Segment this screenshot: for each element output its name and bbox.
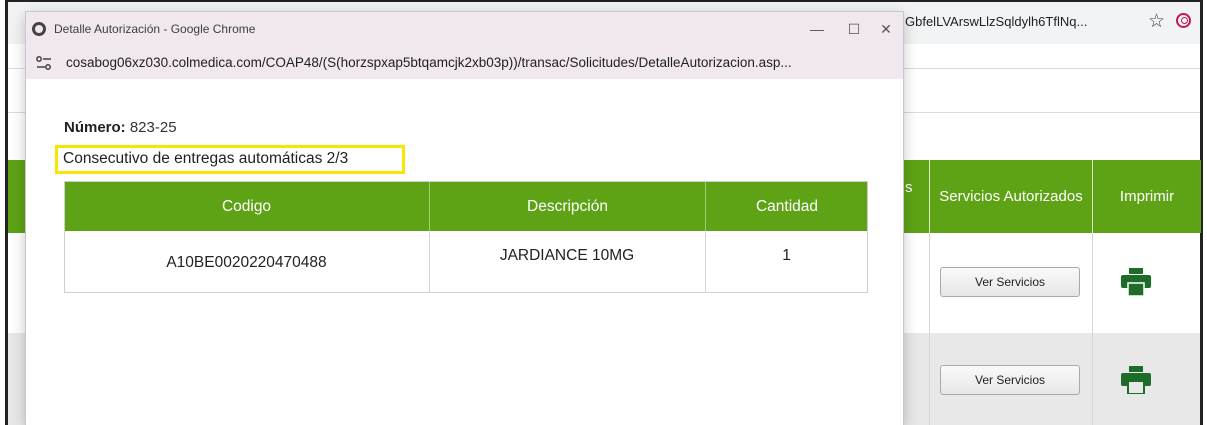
numero-value: 823-25 <box>129 119 177 136</box>
detail-table: Codigo Descripción Cantidad A10BE0020220… <box>64 181 868 293</box>
minimize-icon[interactable]: — <box>802 16 832 42</box>
popup-titlebar[interactable]: Detalle Autorización - Google Chrome — ☐… <box>26 12 903 47</box>
star-icon[interactable]: ☆ <box>1148 8 1165 36</box>
popup-url[interactable]: cosabog06xz030.colmedica.com/COAP48/(S(h… <box>66 47 792 79</box>
table-header: Codigo Descripción Cantidad <box>65 182 867 231</box>
chrome-icon <box>32 22 46 36</box>
background-left-header-fragment <box>8 160 27 233</box>
header-codigo: Codigo <box>221 197 272 215</box>
numero-line: Número: 823-25 <box>64 119 177 136</box>
background-url-tail[interactable]: GbfelLVArswLlzSqldylh6TflNq... <box>905 8 1087 36</box>
printer-icon[interactable] <box>1121 366 1151 394</box>
header-descripcion: Descripción <box>429 182 705 231</box>
printer-icon[interactable] <box>1121 268 1151 296</box>
popup-address-bar[interactable]: cosabog06xz030.colmedica.com/COAP48/(S(h… <box>26 47 903 79</box>
numero-label: Número: <box>64 119 126 136</box>
site-info-icon[interactable] <box>35 55 53 71</box>
cell-cantidad: 1 <box>705 231 867 293</box>
column-divider <box>1092 233 1093 425</box>
profile-icon[interactable] <box>1176 13 1191 28</box>
column-divider <box>929 233 930 425</box>
popup-window: Detalle Autorización - Google Chrome — ☐… <box>26 12 903 425</box>
popup-title: Detalle Autorización - Google Chrome <box>54 22 256 36</box>
ver-servicios-button[interactable]: Ver Servicios <box>940 365 1080 395</box>
close-icon[interactable]: ✕ <box>871 16 901 42</box>
consecutivo-text: Consecutivo de entregas automáticas 2/3 <box>63 150 349 167</box>
header-imprimir: Imprimir <box>1092 160 1201 233</box>
cell-codigo: A10BE0020220470488 <box>166 253 327 271</box>
header-servicios-autorizados: Servicios Autorizados <box>929 160 1092 233</box>
ver-servicios-button[interactable]: Ver Servicios <box>940 267 1080 297</box>
maximize-icon[interactable]: ☐ <box>839 16 869 42</box>
cell-descripcion: JARDIANCE 10MG <box>429 231 704 293</box>
background-header-partial: s <box>902 160 929 233</box>
header-cantidad: Cantidad <box>705 182 868 231</box>
